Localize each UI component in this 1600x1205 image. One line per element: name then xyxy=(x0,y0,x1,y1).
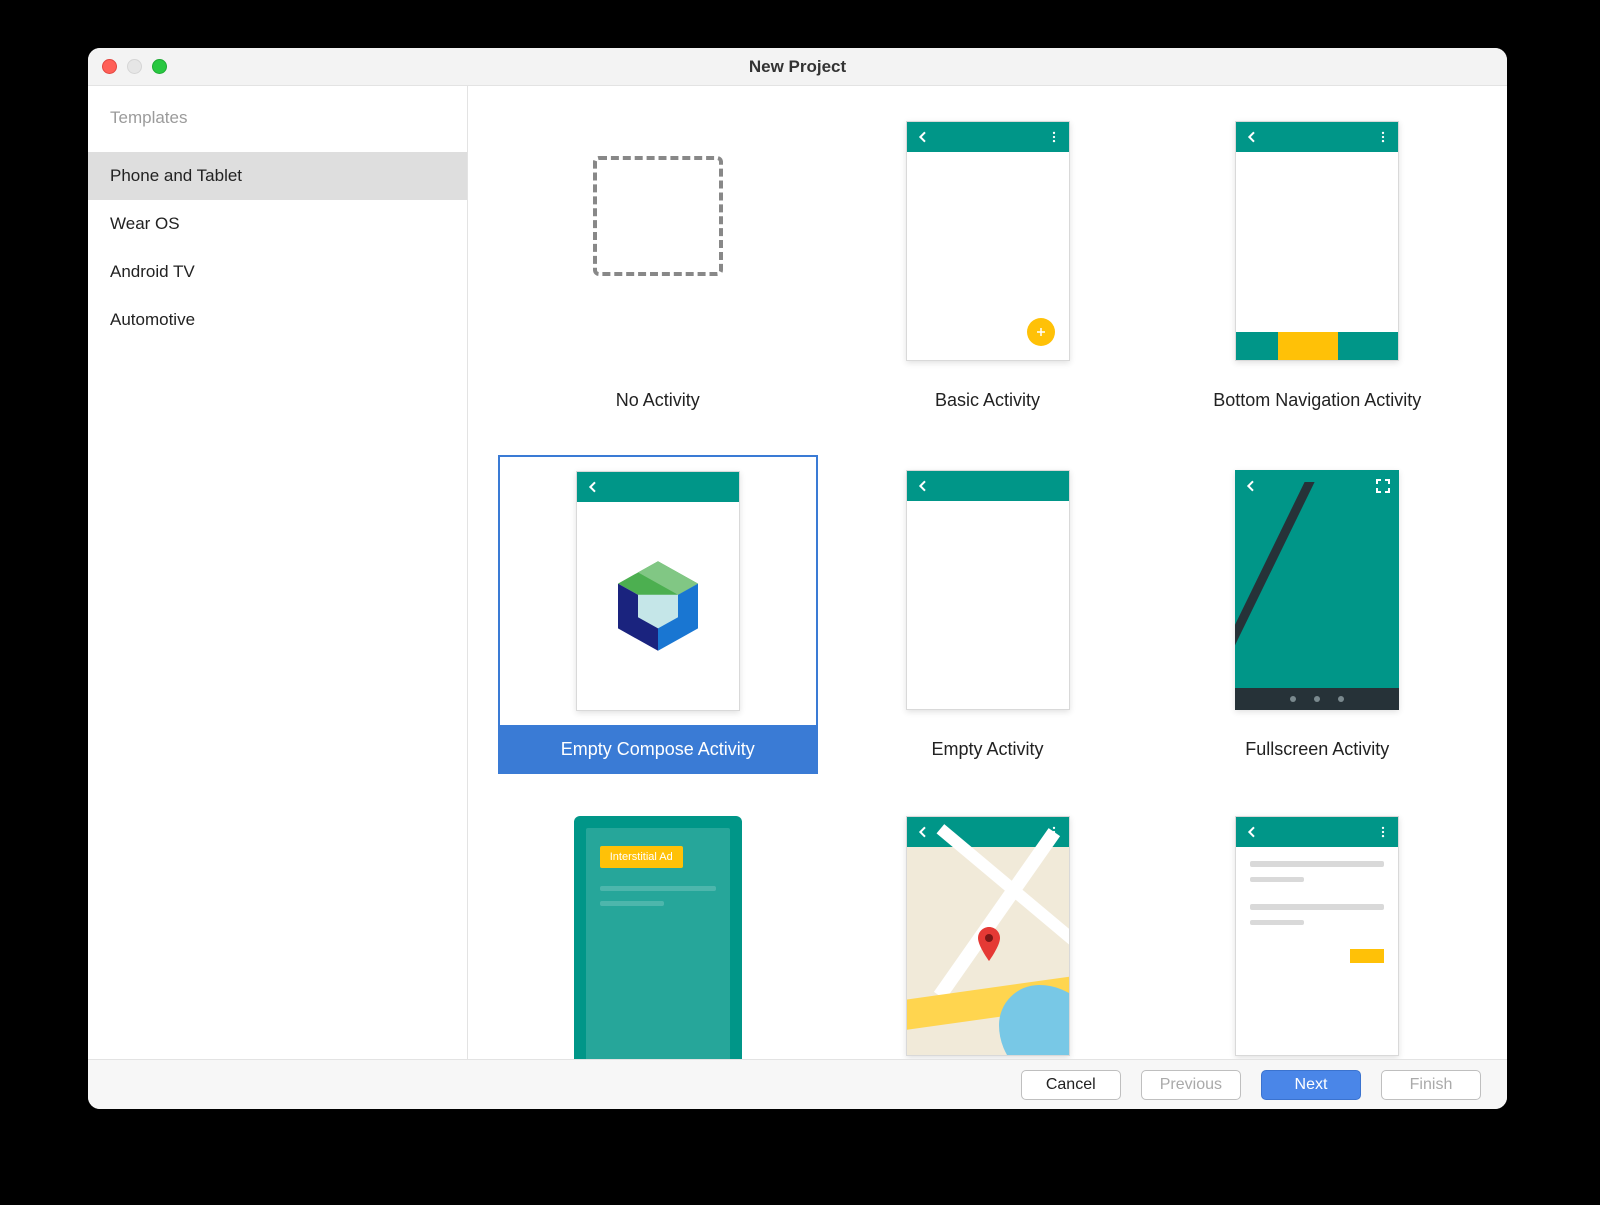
back-arrow-icon xyxy=(915,478,931,494)
template-no-activity[interactable]: No Activity xyxy=(498,106,818,425)
appbar xyxy=(577,472,739,502)
previous-button: Previous xyxy=(1141,1070,1241,1100)
sidebar-item-wear-os[interactable]: Wear OS xyxy=(88,200,467,248)
sidebar-item-automotive[interactable]: Automotive xyxy=(88,296,467,344)
maximize-icon[interactable] xyxy=(152,59,167,74)
appbar xyxy=(1236,817,1398,847)
appbar xyxy=(907,122,1069,152)
template-fullscreen-activity[interactable]: Fullscreen Activity xyxy=(1157,455,1477,774)
back-arrow-icon xyxy=(1244,824,1260,840)
template-label: Basic Activity xyxy=(828,376,1148,425)
appbar xyxy=(907,471,1069,501)
system-navbar-icon xyxy=(1235,688,1399,710)
finish-button: Finish xyxy=(1381,1070,1481,1100)
template-label: No Activity xyxy=(498,376,818,425)
template-login[interactable] xyxy=(1157,804,1477,1074)
phone-preview xyxy=(906,816,1070,1056)
overflow-menu-icon xyxy=(1047,129,1061,145)
compose-logo-icon xyxy=(618,561,698,651)
window-title: New Project xyxy=(749,57,846,77)
close-icon[interactable] xyxy=(102,59,117,74)
template-gallery: No Activity xyxy=(468,86,1507,1109)
sidebar: Templates Phone and Tablet Wear OS Andro… xyxy=(88,86,468,1109)
template-basic-activity[interactable]: Basic Activity xyxy=(828,106,1148,425)
template-empty-activity[interactable]: Empty Activity xyxy=(828,455,1148,774)
dialog-window: New Project Templates Phone and Tablet W… xyxy=(88,48,1507,1109)
next-button[interactable]: Next xyxy=(1261,1070,1361,1100)
template-label: Empty Activity xyxy=(828,725,1148,774)
template-label: Fullscreen Activity xyxy=(1157,725,1477,774)
dashed-placeholder-icon xyxy=(593,156,723,276)
phone-preview xyxy=(1235,470,1399,710)
template-google-maps[interactable] xyxy=(828,804,1148,1074)
overflow-menu-icon xyxy=(1376,129,1390,145)
phone-preview xyxy=(906,121,1070,361)
map-preview-icon xyxy=(907,847,1069,1055)
bottom-nav-icon xyxy=(1236,332,1398,360)
back-arrow-icon xyxy=(915,824,931,840)
back-arrow-icon xyxy=(1244,129,1260,145)
overflow-menu-icon xyxy=(1376,824,1390,840)
back-arrow-icon xyxy=(1243,478,1259,494)
phone-preview: Interstitial Ad xyxy=(574,816,742,1076)
sidebar-item-android-tv[interactable]: Android TV xyxy=(88,248,467,296)
back-arrow-icon xyxy=(915,129,931,145)
dialog-footer: Cancel Previous Next Finish xyxy=(88,1059,1507,1109)
template-label: Empty Compose Activity xyxy=(498,725,818,774)
template-label: Bottom Navigation Activity xyxy=(1157,376,1477,425)
phone-preview xyxy=(576,471,740,711)
phone-preview xyxy=(1235,816,1399,1056)
template-bottom-navigation[interactable]: Bottom Navigation Activity xyxy=(1157,106,1477,425)
titlebar: New Project xyxy=(88,48,1507,86)
sidebar-header: Templates xyxy=(88,108,467,152)
minimize-icon xyxy=(127,59,142,74)
phone-preview xyxy=(906,470,1070,710)
appbar xyxy=(1236,122,1398,152)
phone-preview xyxy=(1235,121,1399,361)
template-admob-interstitial[interactable]: Interstitial Ad xyxy=(498,804,818,1074)
fab-add-icon xyxy=(1027,318,1055,346)
cancel-button[interactable]: Cancel xyxy=(1021,1070,1121,1100)
back-arrow-icon xyxy=(585,479,601,495)
login-button-icon xyxy=(1350,949,1384,963)
template-empty-compose[interactable]: Empty Compose Activity xyxy=(498,455,818,774)
window-controls xyxy=(102,48,167,85)
map-pin-icon xyxy=(977,927,1001,961)
interstitial-ad-badge: Interstitial Ad xyxy=(600,846,683,868)
sidebar-item-phone-tablet[interactable]: Phone and Tablet xyxy=(88,152,467,200)
